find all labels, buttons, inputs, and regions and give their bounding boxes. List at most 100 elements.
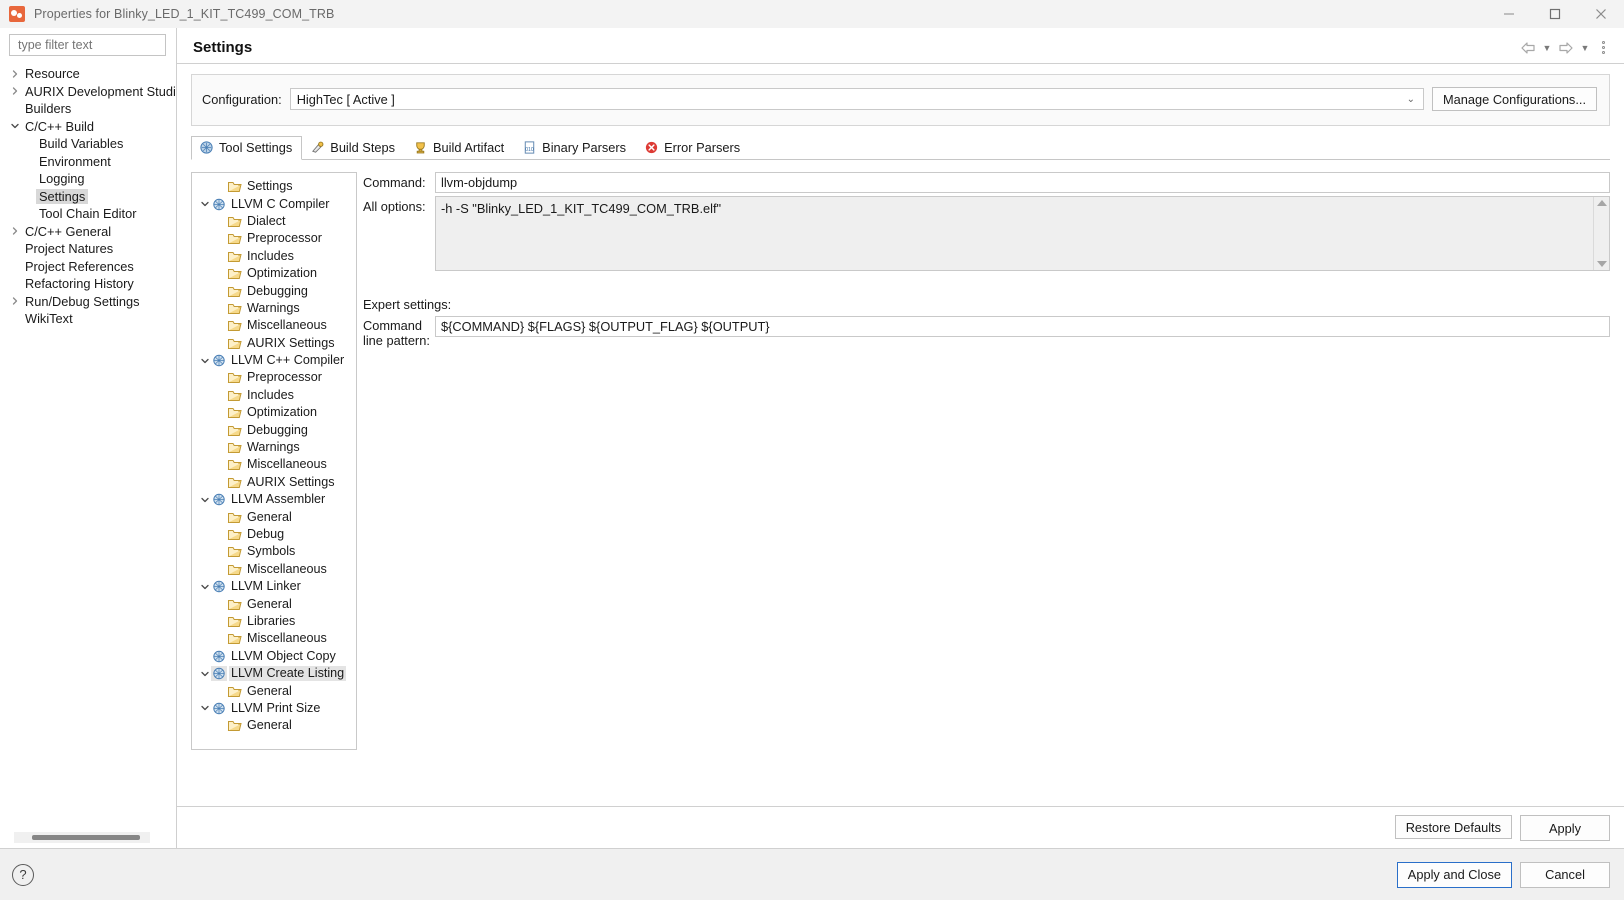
help-icon[interactable]: ? bbox=[12, 864, 34, 886]
sidebar-item-label: Project Natures bbox=[22, 241, 116, 256]
tool-tree-item-aurix-settings[interactable]: AURIX Settings bbox=[192, 474, 356, 491]
tool-tree-item-libraries[interactable]: Libraries bbox=[192, 613, 356, 630]
tool-tree-item-llvm-c-compiler[interactable]: LLVM C Compiler bbox=[192, 195, 356, 212]
tool-tree-item-preprocessor[interactable]: Preprocessor bbox=[192, 230, 356, 247]
sidebar-item-builders[interactable]: Builders bbox=[0, 100, 176, 118]
sidebar-item-c-c-build[interactable]: C/C++ Build bbox=[0, 118, 176, 136]
tool-tree-item-label: General bbox=[245, 510, 294, 525]
sidebar-item-refactoring-history[interactable]: Refactoring History bbox=[0, 275, 176, 293]
filter-box[interactable] bbox=[9, 34, 166, 56]
chevron-down-icon[interactable] bbox=[8, 119, 22, 133]
tab-build-artifact[interactable]: Build Artifact bbox=[405, 135, 514, 159]
tool-tree-item-general[interactable]: General bbox=[192, 595, 356, 612]
scroll-up-arrow-icon[interactable] bbox=[1597, 200, 1607, 206]
tool-tree-item-settings[interactable]: Settings bbox=[192, 178, 356, 195]
scrollbar-track[interactable] bbox=[14, 832, 150, 843]
sidebar-item-settings[interactable]: Settings bbox=[0, 188, 176, 206]
command-input[interactable]: llvm-objdump bbox=[435, 172, 1610, 193]
sidebar-item-c-c-general[interactable]: C/C++ General bbox=[0, 223, 176, 241]
tab-error-parsers[interactable]: Error Parsers bbox=[636, 135, 750, 159]
tool-tree-item-debugging[interactable]: Debugging bbox=[192, 421, 356, 438]
forward-history-chevron-down-icon[interactable]: ▼ bbox=[1578, 38, 1592, 58]
sidebar-item-logging[interactable]: Logging bbox=[0, 170, 176, 188]
chevron-down-icon[interactable] bbox=[198, 703, 211, 713]
tool-tree-item-llvm-linker[interactable]: LLVM Linker bbox=[192, 578, 356, 595]
tool-tree-item-debug[interactable]: Debug bbox=[192, 526, 356, 543]
chevron-down-icon[interactable] bbox=[198, 669, 211, 679]
tool-tree-item-aurix-settings[interactable]: AURIX Settings bbox=[192, 335, 356, 352]
tool-tree-item-miscellaneous[interactable]: Miscellaneous bbox=[192, 456, 356, 473]
command-line-pattern-input[interactable]: ${COMMAND} ${FLAGS} ${OUTPUT_FLAG} ${OUT… bbox=[435, 316, 1610, 337]
chevron-down-icon[interactable] bbox=[198, 495, 211, 505]
tool-tree-item-miscellaneous[interactable]: Miscellaneous bbox=[192, 317, 356, 334]
tool-tree-item-general[interactable]: General bbox=[192, 682, 356, 699]
back-arrow-icon[interactable] bbox=[1518, 38, 1538, 58]
tool-icon bbox=[211, 649, 227, 664]
tool-tree-item-warnings[interactable]: Warnings bbox=[192, 300, 356, 317]
tool-tree-item-miscellaneous[interactable]: Miscellaneous bbox=[192, 561, 356, 578]
chevron-right-icon[interactable] bbox=[8, 84, 22, 98]
sidebar-item-resource[interactable]: Resource bbox=[0, 65, 176, 83]
sidebar-item-label: Builders bbox=[22, 101, 74, 116]
tool-tree-item-optimization[interactable]: Optimization bbox=[192, 404, 356, 421]
sidebar-item-wikitext[interactable]: WikiText bbox=[0, 310, 176, 328]
sidebar-item-project-natures[interactable]: Project Natures bbox=[0, 240, 176, 258]
scrollbar-thumb[interactable] bbox=[32, 835, 140, 840]
search-input[interactable] bbox=[16, 37, 159, 53]
folder-icon bbox=[227, 284, 243, 299]
vertical-dots-icon[interactable] bbox=[1594, 38, 1612, 58]
tool-tree-item-llvm-c++-compiler[interactable]: LLVM C++ Compiler bbox=[192, 352, 356, 369]
tool-tree-item-dialect[interactable]: Dialect bbox=[192, 213, 356, 230]
tool-tree-item-includes[interactable]: Includes bbox=[192, 248, 356, 265]
restore-defaults-button[interactable]: Restore Defaults bbox=[1395, 815, 1512, 839]
all-options-label: All options: bbox=[363, 196, 435, 214]
tool-tree-item-llvm-assembler[interactable]: LLVM Assembler bbox=[192, 491, 356, 508]
maximize-icon[interactable] bbox=[1532, 0, 1578, 28]
tool-tree-item-includes[interactable]: Includes bbox=[192, 387, 356, 404]
cancel-button[interactable]: Cancel bbox=[1520, 862, 1610, 888]
tool-tree-item-llvm-object-copy[interactable]: LLVM Object Copy bbox=[192, 648, 356, 665]
tab-build-steps[interactable]: Build Steps bbox=[302, 135, 405, 159]
chevron-down-icon[interactable] bbox=[198, 356, 211, 366]
tool-tree-item-llvm-create-listing[interactable]: LLVM Create Listing bbox=[192, 665, 356, 682]
tool-tree[interactable]: SettingsLLVM C CompilerDialectPreprocess… bbox=[191, 172, 357, 750]
back-history-chevron-down-icon[interactable]: ▼ bbox=[1540, 38, 1554, 58]
all-options-scrollbar[interactable] bbox=[1593, 197, 1609, 270]
tool-tree-item-general[interactable]: General bbox=[192, 508, 356, 525]
chevron-right-icon[interactable] bbox=[8, 224, 22, 238]
manage-configurations-button[interactable]: Manage Configurations... bbox=[1432, 87, 1597, 111]
tool-tree-item-debugging[interactable]: Debugging bbox=[192, 282, 356, 299]
chevron-down-icon[interactable] bbox=[198, 199, 211, 209]
sidebar-item-tool-chain-editor[interactable]: Tool Chain Editor bbox=[0, 205, 176, 223]
tool-tree-item-optimization[interactable]: Optimization bbox=[192, 265, 356, 282]
sidebar-item-label: Settings bbox=[36, 189, 88, 204]
close-icon[interactable] bbox=[1578, 0, 1624, 28]
minimize-icon[interactable] bbox=[1486, 0, 1532, 28]
sidebar-item-build-variables[interactable]: Build Variables bbox=[0, 135, 176, 153]
tab-tool-settings[interactable]: Tool Settings bbox=[191, 136, 302, 160]
sidebar-tree[interactable]: ResourceAURIX Development StudioBuilders… bbox=[0, 60, 176, 826]
sidebar-item-aurix-development-studio[interactable]: AURIX Development Studio bbox=[0, 83, 176, 101]
apply-button[interactable]: Apply bbox=[1520, 815, 1610, 841]
sidebar-item-run-debug-settings[interactable]: Run/Debug Settings bbox=[0, 293, 176, 311]
configuration-select[interactable]: HighTec [ Active ] ⌄ bbox=[290, 88, 1424, 110]
tool-tree-item-preprocessor[interactable]: Preprocessor bbox=[192, 369, 356, 386]
sidebar-item-environment[interactable]: Environment bbox=[0, 153, 176, 171]
tool-tree-item-llvm-print-size[interactable]: LLVM Print Size bbox=[192, 700, 356, 717]
tool-tree-item-symbols[interactable]: Symbols bbox=[192, 543, 356, 560]
chevron-right-icon[interactable] bbox=[8, 67, 22, 81]
tool-tree-item-label: Dialect bbox=[245, 214, 288, 229]
all-options-value: -h -S "Blinky_LED_1_KIT_TC499_COM_TRB.el… bbox=[436, 197, 1593, 270]
chevron-down-icon[interactable] bbox=[198, 582, 211, 592]
sidebar-horizontal-scrollbar[interactable] bbox=[0, 826, 176, 848]
tool-tree-item-general[interactable]: General bbox=[192, 717, 356, 734]
scroll-down-arrow-icon[interactable] bbox=[1597, 261, 1607, 267]
apply-and-close-button[interactable]: Apply and Close bbox=[1397, 862, 1512, 888]
sidebar-item-project-references[interactable]: Project References bbox=[0, 258, 176, 276]
tool-tree-item-warnings[interactable]: Warnings bbox=[192, 439, 356, 456]
tool-tree-item-miscellaneous[interactable]: Miscellaneous bbox=[192, 630, 356, 647]
forward-arrow-icon[interactable] bbox=[1556, 38, 1576, 58]
tool-tree-item-label: Symbols bbox=[245, 544, 297, 559]
chevron-right-icon[interactable] bbox=[8, 294, 22, 308]
tab-binary-parsers[interactable]: 010Binary Parsers bbox=[514, 135, 636, 159]
